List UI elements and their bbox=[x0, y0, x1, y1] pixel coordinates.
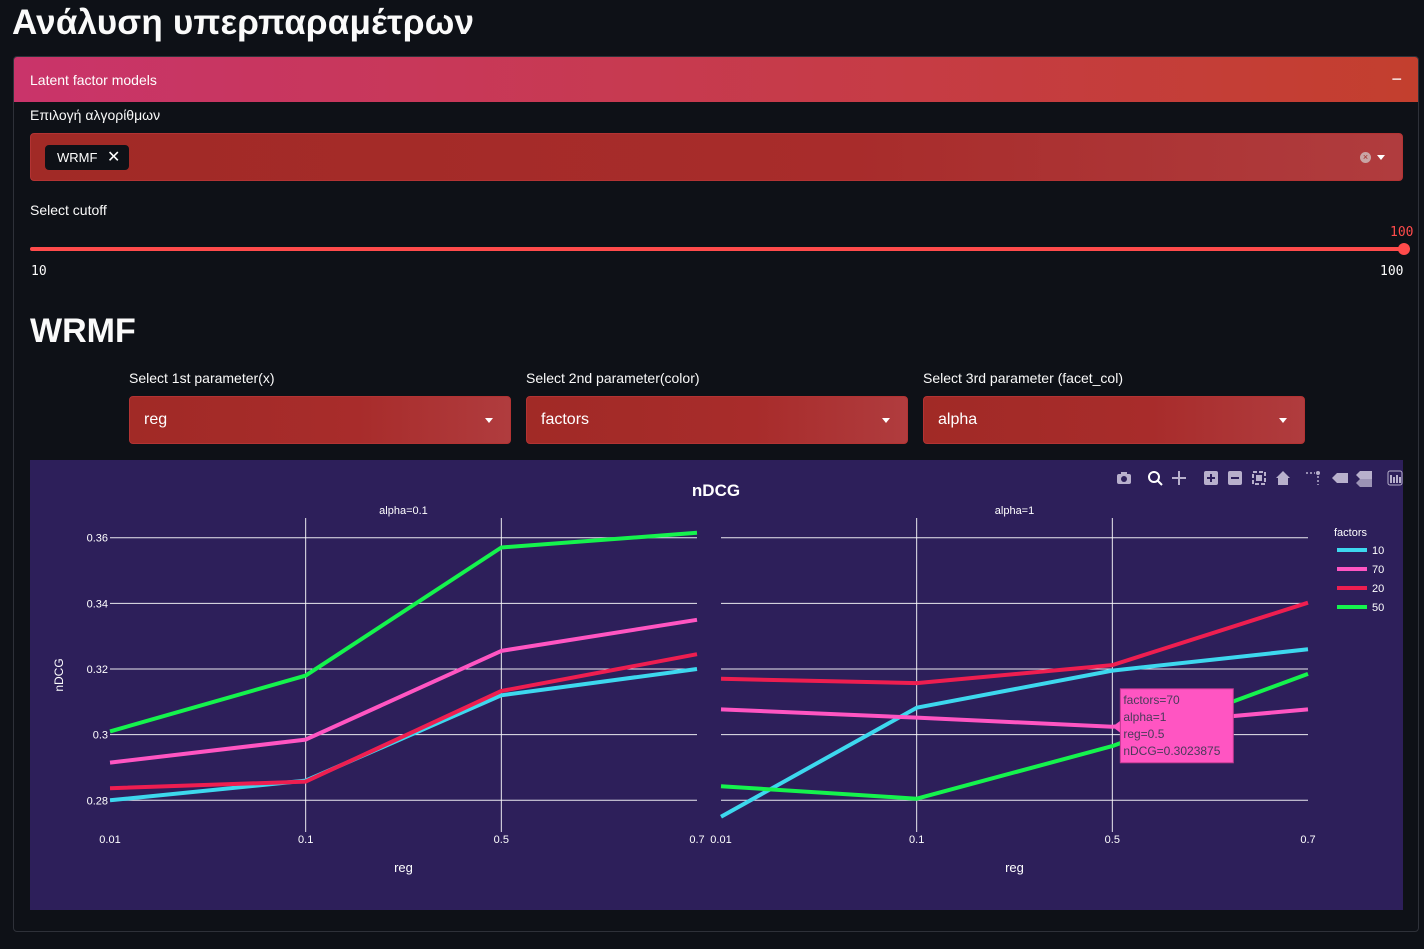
zoom-icon[interactable] bbox=[1148, 471, 1163, 486]
slider-max: 100 bbox=[1380, 264, 1404, 279]
x-tick-label: 0.1 bbox=[909, 834, 924, 846]
tooltip-pointer bbox=[1112, 720, 1121, 733]
x-tick-label: 0.5 bbox=[1105, 834, 1120, 846]
ndcg-chart[interactable]: nDCG nDCG alpha=0.1 0.28 0.3 0.32 0.34 0.36 0.01… bbox=[30, 460, 1403, 910]
collapse-icon[interactable]: − bbox=[1391, 57, 1402, 101]
tooltip-line: factors=70 bbox=[1123, 693, 1180, 707]
param3-value: alpha bbox=[938, 411, 978, 428]
section-title: WRMF bbox=[30, 312, 136, 350]
y-axis-label: nDCG bbox=[52, 658, 66, 691]
x-tick-label: 0.1 bbox=[298, 834, 313, 846]
zoom-out-icon[interactable] bbox=[1228, 471, 1242, 485]
chevron-down-icon[interactable] bbox=[1377, 155, 1385, 160]
y-tick-label: 0.34 bbox=[87, 598, 108, 610]
spike-lines-icon[interactable] bbox=[1306, 471, 1320, 485]
x-tick-label: 0.01 bbox=[99, 834, 120, 846]
param2-select[interactable]: factors bbox=[526, 396, 908, 444]
latent-factor-expander: Latent factor models − Επιλογή αλγορίθμω… bbox=[13, 56, 1419, 932]
autoscale-icon[interactable] bbox=[1252, 471, 1266, 485]
param1-value: reg bbox=[144, 411, 168, 428]
hover-closest-icon[interactable] bbox=[1332, 473, 1348, 483]
camera-icon[interactable] bbox=[1117, 472, 1131, 484]
tooltip-line: reg=0.5 bbox=[1123, 727, 1164, 741]
zoom-in-icon[interactable] bbox=[1204, 471, 1218, 485]
x-tick-label: 0.7 bbox=[1300, 834, 1315, 846]
clear-icon[interactable]: × bbox=[1360, 152, 1371, 163]
expander-title: Latent factor models bbox=[30, 72, 157, 88]
series-line-20 bbox=[109, 652, 698, 791]
legend-label: 70 bbox=[1372, 564, 1384, 576]
tag-wrmf: WRMF ✕ bbox=[45, 145, 129, 170]
param1-label: Select 1st parameter(x) bbox=[129, 370, 275, 386]
chevron-down-icon bbox=[485, 418, 493, 423]
param2-label: Select 2nd parameter(color) bbox=[526, 370, 700, 386]
cutoff-slider-track[interactable] bbox=[30, 247, 1404, 251]
x-axis-label: reg bbox=[1005, 860, 1024, 875]
param3-select[interactable]: alpha bbox=[923, 396, 1305, 444]
legend-label: 20 bbox=[1372, 583, 1384, 595]
tooltip-line: nDCG=0.3023875 bbox=[1123, 744, 1220, 758]
expander-header[interactable]: Latent factor models − bbox=[14, 57, 1418, 102]
tooltip-line: alpha=1 bbox=[1123, 710, 1166, 724]
chevron-down-icon bbox=[882, 418, 890, 423]
cutoff-label: Select cutoff bbox=[30, 202, 107, 218]
param1-select[interactable]: reg bbox=[129, 396, 511, 444]
series-line-70 bbox=[109, 617, 698, 765]
chart-area: nDCG nDCG alpha=0.1 0.28 0.3 0.32 0.34 0.36 0.01… bbox=[30, 460, 1403, 910]
x-tick-label: 0.01 bbox=[710, 834, 731, 846]
tag-remove-icon[interactable]: ✕ bbox=[107, 145, 120, 170]
x-axis-label: reg bbox=[394, 860, 413, 875]
cutoff-slider-thumb[interactable] bbox=[1398, 243, 1410, 255]
facet-title: alpha=1 bbox=[995, 505, 1034, 517]
hover-compare-icon[interactable] bbox=[1356, 471, 1372, 487]
slider-min: 10 bbox=[31, 264, 47, 279]
chart-title: nDCG bbox=[692, 481, 740, 500]
legend-label: 10 bbox=[1372, 545, 1384, 557]
param3-label: Select 3rd parameter (facet_col) bbox=[923, 370, 1123, 386]
legend-title: factors bbox=[1334, 527, 1368, 539]
algorithms-label: Επιλογή αλγορίθμων bbox=[30, 107, 161, 123]
chevron-down-icon bbox=[1279, 418, 1287, 423]
page-title: Ανάλυση υπερπαραμέτρων bbox=[12, 3, 475, 42]
algorithms-multiselect[interactable]: WRMF ✕ × bbox=[30, 133, 1403, 181]
facet-title: alpha=0.1 bbox=[379, 505, 428, 517]
y-tick-label: 0.28 bbox=[87, 795, 108, 807]
y-tick-label: 0.36 bbox=[87, 533, 108, 545]
plotly-logo-icon[interactable] bbox=[1387, 470, 1403, 486]
series-line-20 bbox=[720, 600, 1309, 686]
y-tick-label: 0.32 bbox=[87, 664, 108, 676]
tag-label: WRMF bbox=[57, 150, 98, 165]
x-tick-label: 0.7 bbox=[689, 834, 704, 846]
reset-axes-icon[interactable] bbox=[1276, 471, 1290, 485]
y-tick-label: 0.3 bbox=[93, 730, 108, 742]
pan-icon[interactable] bbox=[1172, 471, 1186, 485]
legend-label: 50 bbox=[1372, 602, 1384, 614]
slider-value: 100 bbox=[1390, 225, 1414, 240]
x-tick-label: 0.5 bbox=[494, 834, 509, 846]
param2-value: factors bbox=[541, 411, 590, 428]
